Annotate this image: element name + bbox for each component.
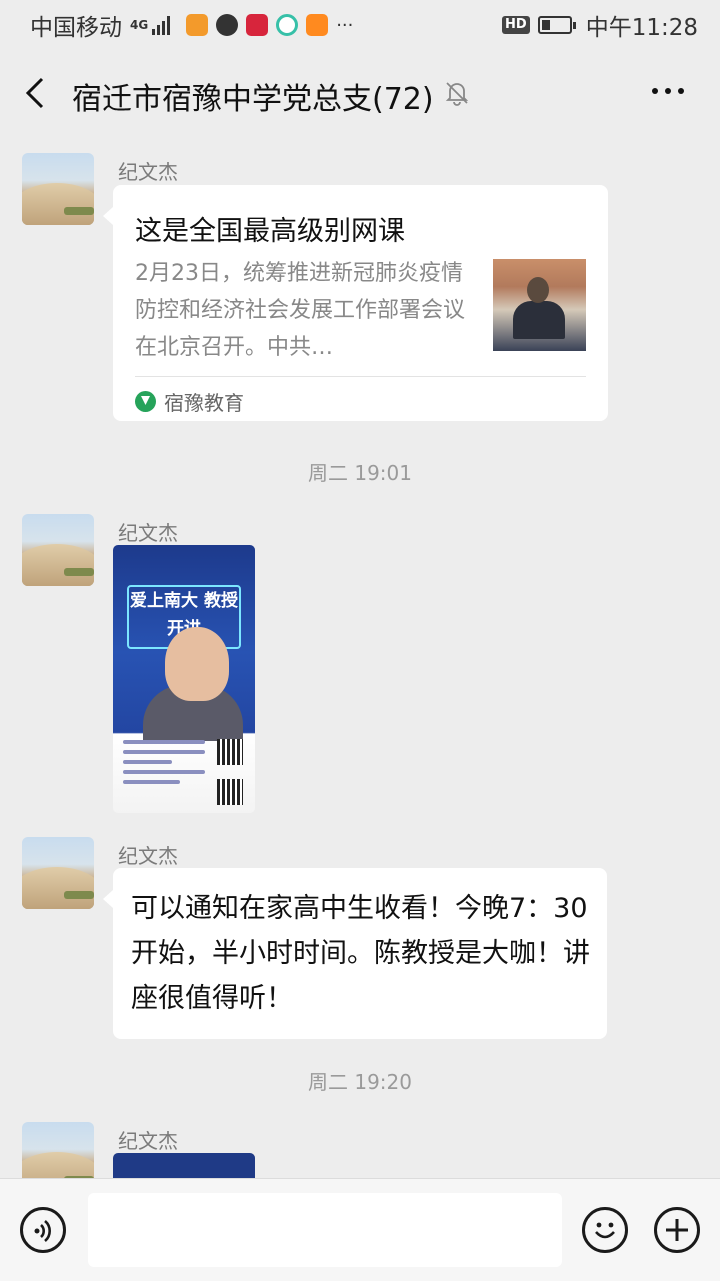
sync-icon xyxy=(276,14,299,36)
plus-icon[interactable] xyxy=(654,1207,700,1253)
clock: 中午11:28 xyxy=(585,15,698,41)
message-timestamp: 周二 19:20 xyxy=(308,1070,412,1094)
qr-code-icon xyxy=(217,739,243,765)
text-message[interactable]: 可以通知在家高中生收看！今晚7：30开始，半小时时间。陈教授是大咖！讲座很值得听… xyxy=(103,868,607,1039)
input-bar xyxy=(0,1178,720,1281)
hd-badge: HD xyxy=(502,16,530,34)
emoji-icon[interactable] xyxy=(582,1207,628,1253)
network-label: 4G xyxy=(130,18,149,32)
tmall-icon xyxy=(246,14,269,36)
status-bar: 中国移动 4G ··· HD 中午11:28 xyxy=(0,0,720,50)
article-source: 宿豫教育 xyxy=(135,387,244,416)
poster-face xyxy=(165,627,229,701)
message-input[interactable] xyxy=(88,1193,562,1267)
source-logo-icon xyxy=(135,391,156,412)
uc-browser-icon xyxy=(186,14,209,36)
more-notifications-label: ··· xyxy=(336,14,354,36)
battery-icon xyxy=(537,16,576,34)
article-card[interactable]: 这是全国最高级别网课 2月23日，统筹推进新冠肺炎疫情防控和经济社会发展工作部署… xyxy=(103,185,608,421)
voice-icon[interactable] xyxy=(20,1207,66,1253)
sender-name: 纪文杰 xyxy=(118,521,178,545)
signal-icon xyxy=(152,15,171,35)
chat-bubble-icon xyxy=(216,14,239,36)
avatar[interactable] xyxy=(22,837,94,909)
sender-name: 纪文杰 xyxy=(118,1129,178,1153)
more-dots-icon[interactable] xyxy=(652,88,684,94)
bell-off-icon xyxy=(445,82,469,106)
article-thumbnail xyxy=(493,259,586,351)
sender-name: 纪文杰 xyxy=(118,160,178,184)
video-icon xyxy=(306,14,329,36)
chat-title: 宿迁市宿豫中学党总支(72) xyxy=(72,82,434,117)
article-description: 2月23日，统筹推进新冠肺炎疫情防控和经济社会发展工作部署会议在北京召开。中共… xyxy=(135,261,466,360)
carrier-label: 中国移动 xyxy=(30,15,122,41)
avatar[interactable] xyxy=(22,514,94,586)
article-title: 这是全国最高级别网课 xyxy=(135,216,405,247)
qr-code-icon xyxy=(217,779,243,805)
source-name: 宿豫教育 xyxy=(164,391,244,415)
message-timestamp: 周二 19:01 xyxy=(308,461,412,485)
image-message[interactable]: 爱上南大 教授开讲 xyxy=(113,545,255,813)
avatar[interactable] xyxy=(22,153,94,225)
chat-header: 宿迁市宿豫中学党总支(72) xyxy=(0,50,720,135)
sender-name: 纪文杰 xyxy=(118,844,178,868)
poster-text-lines xyxy=(123,740,205,790)
chevron-left-icon[interactable] xyxy=(22,76,52,110)
divider xyxy=(135,376,586,377)
